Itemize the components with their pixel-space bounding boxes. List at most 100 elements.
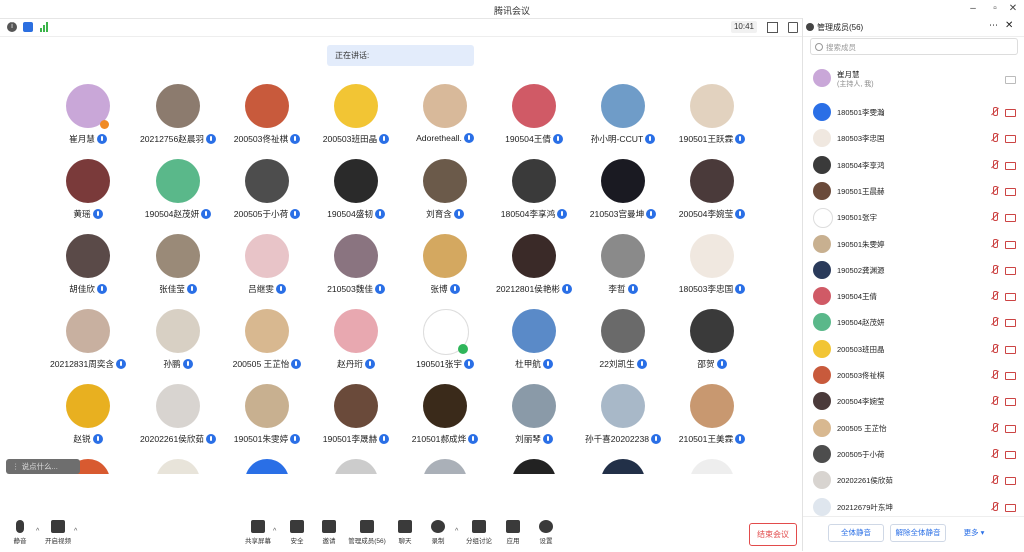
microphone-muted-icon[interactable] [991, 291, 998, 301]
camera-off-icon[interactable] [1005, 109, 1016, 117]
video-options-chevron-icon[interactable]: ^ [74, 528, 77, 535]
participant-tile[interactable]: 20212831周奕含 [43, 307, 133, 382]
microphone-muted-icon[interactable] [991, 133, 998, 143]
maximize-icon[interactable]: ▫ [988, 3, 1002, 15]
camera-off-icon[interactable] [1005, 424, 1016, 433]
participant-tile[interactable]: 200505 王芷怡 [222, 307, 312, 382]
participant-tile[interactable]: 张博 [400, 232, 490, 307]
microphone-muted-icon[interactable] [991, 501, 998, 512]
participant-tile[interactable]: Adoretheall. [400, 82, 490, 157]
participant-tile[interactable]: 刘丽琴 [489, 382, 579, 457]
member-row[interactable]: 190504赵茂妍 [803, 309, 1024, 335]
participant-tile[interactable]: 20212801侯艳彬 [489, 232, 579, 307]
more-options-icon[interactable]: ⋯ [989, 20, 998, 31]
camera-icon[interactable] [1005, 76, 1016, 84]
participant-tile[interactable]: 崔月慧 [43, 82, 133, 157]
shield-icon[interactable] [23, 22, 33, 32]
member-search-input[interactable]: 搜索成员 [810, 38, 1018, 55]
member-row[interactable]: 200504李婉莹 [803, 388, 1024, 414]
participant-tile[interactable]: 李哲 [578, 232, 668, 307]
participant-tile[interactable]: 190501李晟赫 [311, 382, 401, 457]
microphone-muted-icon[interactable] [991, 238, 998, 249]
member-row[interactable]: 200503班田晶 [803, 336, 1024, 362]
video-button[interactable]: 开启视频 [38, 520, 78, 545]
share-screen-button[interactable]: 共享屏幕 [238, 520, 278, 545]
participant-tile[interactable]: 190501朱雯婷 [222, 382, 312, 457]
participant-tile[interactable]: 吕继雯 [222, 232, 312, 307]
end-meeting-button[interactable]: 结束会议 [749, 523, 797, 546]
participant-tile[interactable]: 赵锐 [43, 382, 133, 457]
record-button[interactable]: 录制 [418, 520, 458, 545]
camera-off-icon[interactable] [1005, 135, 1016, 144]
participant-tile[interactable]: 杜甲航 [489, 307, 579, 382]
participant-tile[interactable]: 胡佳欣 [43, 232, 133, 307]
microphone-muted-icon[interactable] [991, 422, 998, 433]
layout-icon[interactable] [788, 22, 798, 33]
info-icon[interactable]: i [7, 22, 17, 32]
participant-tile[interactable]: 190504王倩 [489, 82, 579, 157]
camera-off-icon[interactable] [1005, 372, 1016, 380]
participant-tile[interactable]: 20202261侯欣茹 [133, 382, 223, 457]
participant-tile[interactable]: 180503李忠国 [667, 232, 757, 307]
member-row[interactable]: 180504李享鸿 [803, 152, 1024, 178]
camera-off-icon[interactable] [1005, 187, 1016, 196]
participant-tile[interactable]: 210503宫曼坤 [578, 157, 668, 232]
camera-off-icon[interactable] [1005, 266, 1016, 275]
participant-tile[interactable]: 孙鹏 [133, 307, 223, 382]
mute-all-button[interactable]: 全体静音 [828, 524, 884, 542]
camera-off-icon[interactable] [1005, 214, 1016, 223]
microphone-muted-icon[interactable] [991, 343, 998, 354]
participant-tile[interactable]: 200503佟祉棋 [222, 82, 312, 157]
camera-off-icon[interactable] [1005, 319, 1016, 328]
more-button[interactable]: 更多 ▾ [953, 524, 995, 542]
participant-tile[interactable]: 190501王跃霖 [667, 82, 757, 157]
camera-off-icon[interactable] [1005, 477, 1016, 486]
participant-tile[interactable]: 邵贺 [667, 307, 757, 382]
unmute-all-button[interactable]: 解除全体静音 [890, 524, 946, 542]
microphone-muted-icon[interactable] [991, 185, 998, 196]
mute-button[interactable]: 静音 [0, 520, 40, 545]
participant-tile[interactable]: 210503魏佳 [311, 232, 401, 307]
participant-tile[interactable]: 190501张宇 [400, 307, 490, 382]
member-row[interactable]: 20202261侯欣茹 [803, 467, 1024, 493]
member-row[interactable]: 190501张宇 [803, 204, 1024, 230]
settings-button[interactable]: 设置 [526, 520, 566, 545]
record-options-chevron-icon[interactable]: ^ [455, 528, 458, 535]
member-row[interactable]: 200505于小荷 [803, 441, 1024, 467]
member-row[interactable]: 190501朱雯婷 [803, 231, 1024, 257]
microphone-muted-icon[interactable] [991, 264, 998, 275]
close-icon[interactable]: ✕ [1006, 3, 1020, 15]
microphone-muted-icon[interactable] [991, 448, 998, 459]
microphone-muted-icon[interactable] [991, 475, 998, 485]
member-row[interactable]: 190501王晨赫 [803, 178, 1024, 204]
participant-tile[interactable]: 张佳莹 [133, 232, 223, 307]
member-row[interactable]: 190502龚渊源 [803, 257, 1024, 283]
camera-off-icon[interactable] [1005, 161, 1016, 170]
fullscreen-icon[interactable] [767, 22, 778, 33]
member-row-host[interactable]: 崔月慧 (主持人, 我) [803, 65, 1024, 99]
close-panel-icon[interactable]: ✕ [1005, 20, 1013, 31]
member-row[interactable]: 180501李雯瀚 [803, 99, 1024, 125]
camera-off-icon[interactable] [1005, 503, 1016, 512]
member-row[interactable]: 200503佟祉棋 [803, 362, 1024, 388]
microphone-muted-icon[interactable] [991, 107, 998, 117]
participant-tile[interactable]: 200505于小荷 [222, 157, 312, 232]
participant-tile[interactable]: 22刘凯生 [578, 307, 668, 382]
minimize-icon[interactable]: – [966, 3, 980, 15]
member-row[interactable]: 200505 王芷怡 [803, 415, 1024, 441]
microphone-muted-icon[interactable] [991, 396, 998, 406]
microphone-muted-icon[interactable] [991, 370, 998, 380]
share-options-chevron-icon[interactable]: ^ [273, 528, 276, 535]
microphone-muted-icon[interactable] [991, 159, 998, 170]
participant-tile[interactable]: 黄瑶 [43, 157, 133, 232]
participant-tile[interactable]: 孙千喜20202238 [578, 382, 668, 457]
participant-tile[interactable]: 210501王美霖 [667, 382, 757, 457]
camera-off-icon[interactable] [1005, 398, 1016, 407]
participant-tile[interactable]: 180504李享鸿 [489, 157, 579, 232]
camera-off-icon[interactable] [1005, 293, 1016, 302]
participant-tile[interactable]: 孙小明-CCUT [578, 82, 668, 157]
participant-tile[interactable]: 刘育含 [400, 157, 490, 232]
member-row[interactable]: 180503李忠国 [803, 125, 1024, 151]
chat-input[interactable]: ⋮ 说点什么... [6, 459, 80, 474]
members-button[interactable]: 管理成员(56) [343, 520, 391, 545]
